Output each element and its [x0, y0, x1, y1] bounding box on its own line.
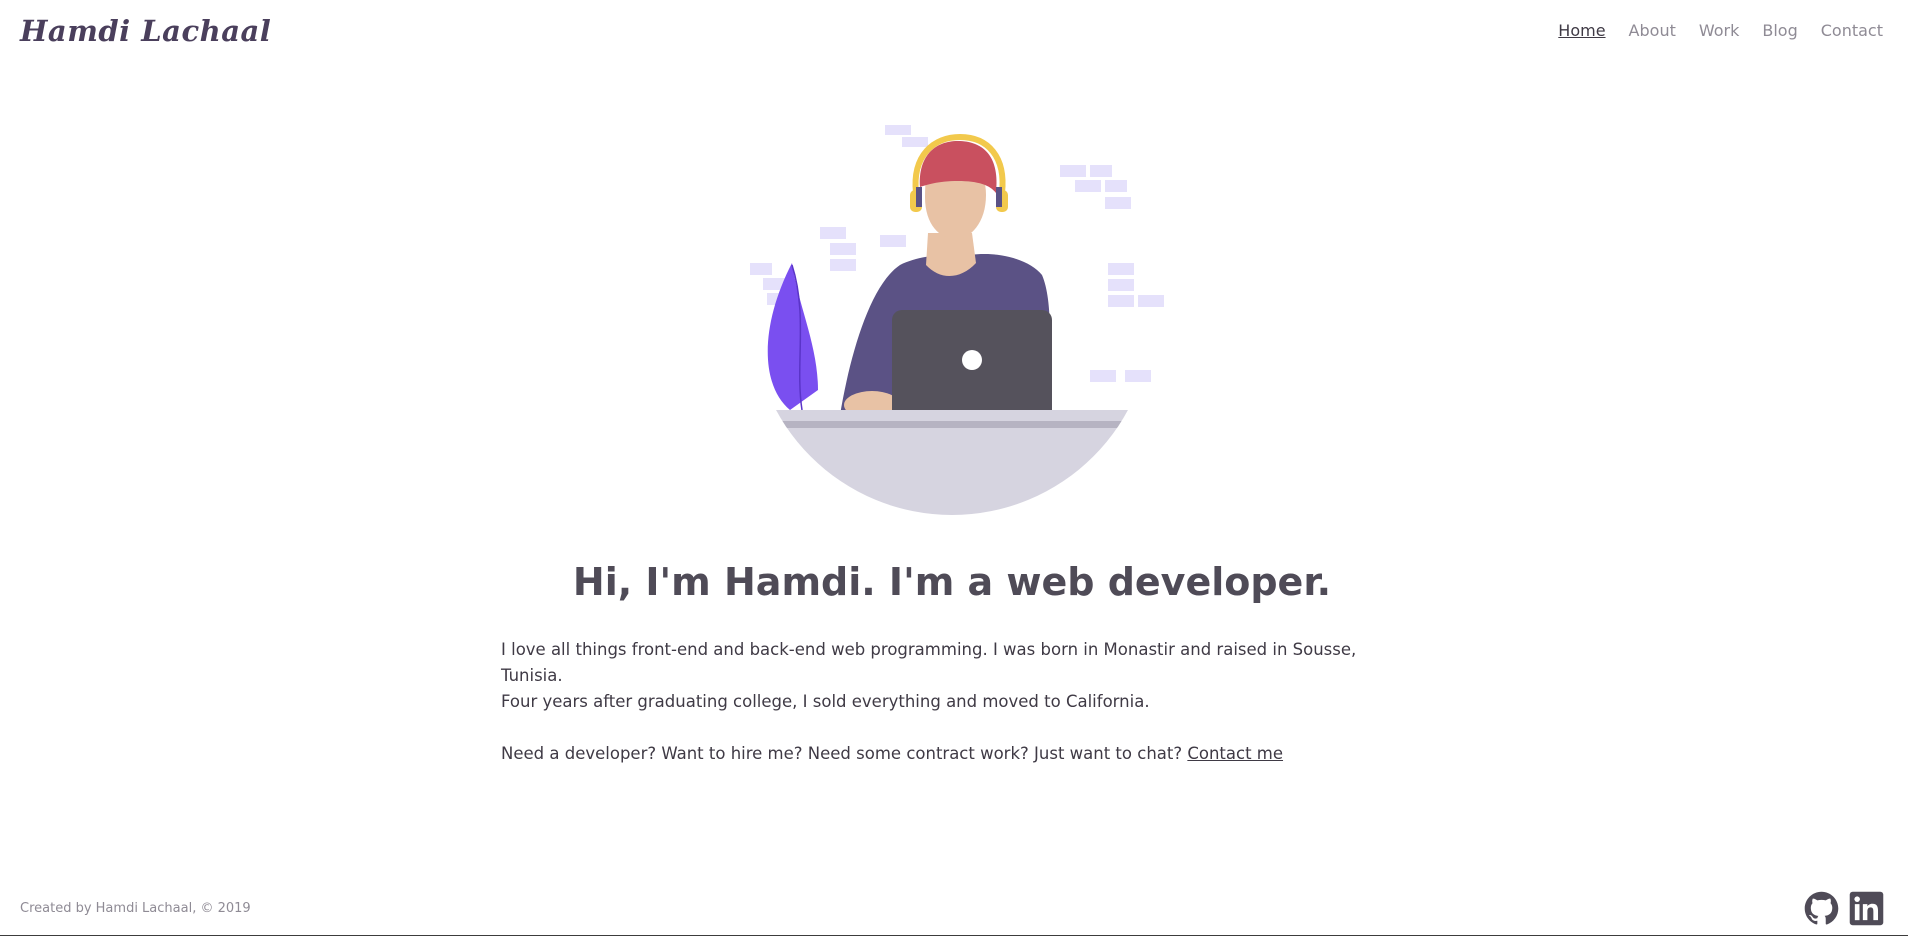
cta-text: Need a developer? Want to hire me? Need …	[501, 744, 1188, 763]
developer-illustration-svg	[750, 125, 1164, 515]
nav-contact[interactable]: Contact	[1821, 21, 1883, 40]
person-head	[910, 133, 1008, 239]
intro-paragraph: I love all things front-end and back-end…	[501, 637, 1421, 715]
nav-blog[interactable]: Blog	[1762, 21, 1797, 40]
main-nav: Home About Work Blog Contact	[1558, 21, 1883, 40]
linkedin-icon	[1849, 891, 1884, 926]
contact-me-link[interactable]: Contact me	[1187, 744, 1283, 763]
laptop-logo	[962, 350, 982, 370]
intro-line-2: Four years after graduating college, I s…	[501, 692, 1150, 711]
linkedin-link[interactable]	[1849, 891, 1884, 926]
social-links	[1804, 891, 1884, 926]
footer-credit: Created by Hamdi Lachaal, © 2019	[20, 901, 251, 916]
intro-line-1: I love all things front-end and back-end…	[501, 640, 1357, 685]
developer-illustration	[720, 115, 1180, 525]
page-title: Hi, I'm Hamdi. I'm a web developer.	[572, 560, 1332, 604]
nav-work[interactable]: Work	[1699, 21, 1740, 40]
github-icon	[1804, 891, 1839, 925]
brand-logo[interactable]: Hamdi Lachaal	[20, 14, 271, 48]
github-link[interactable]	[1804, 891, 1839, 926]
nav-about[interactable]: About	[1629, 21, 1676, 40]
nav-home[interactable]: Home	[1558, 21, 1605, 40]
page: Hamdi Lachaal Home About Work Blog Conta…	[0, 0, 1908, 936]
cta-paragraph: Need a developer? Want to hire me? Need …	[501, 741, 1421, 767]
intro-section: I love all things front-end and back-end…	[501, 637, 1421, 767]
